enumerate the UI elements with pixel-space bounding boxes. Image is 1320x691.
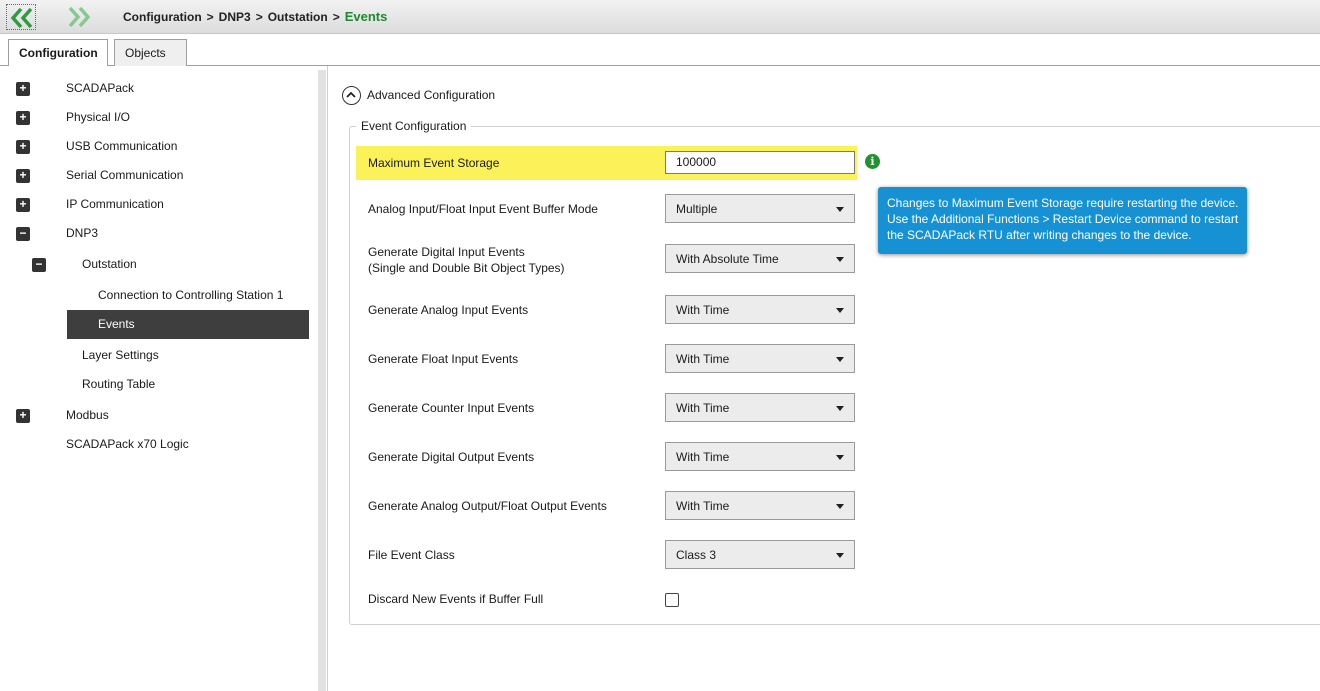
info-icon[interactable]: i	[865, 154, 880, 169]
restart-tooltip: Changes to Maximum Event Storage require…	[878, 187, 1247, 254]
float-input-events-select[interactable]: With Time	[665, 344, 855, 373]
select-value: With Time	[676, 352, 730, 366]
expand-icon[interactable]: +	[16, 140, 30, 154]
collapse-icon[interactable]: −	[32, 258, 46, 272]
select-value: Multiple	[676, 202, 718, 216]
collapse-chevron-icon[interactable]	[342, 86, 361, 105]
dropdown-arrow-icon	[836, 406, 844, 411]
breadcrumb-item[interactable]: Outstation	[268, 10, 328, 24]
breadcrumb-separator: >	[332, 10, 340, 24]
digital-output-events-label: Generate Digital Output Events	[368, 450, 535, 464]
tooltip-line: Use the Additional Functions > Restart D…	[887, 212, 1239, 226]
sidebar-item-usb-communication[interactable]: USB Communication	[66, 135, 177, 157]
main-panel: Advanced Configuration Event Configurati…	[328, 66, 1320, 691]
counter-input-events-label: Generate Counter Input Events	[368, 401, 535, 415]
breadcrumb-item[interactable]: DNP3	[219, 10, 251, 24]
counter-input-events-select[interactable]: With Time	[665, 393, 855, 422]
tab-configuration[interactable]: Configuration	[8, 39, 108, 67]
sidebar-item-ip-communication[interactable]: IP Communication	[66, 193, 164, 215]
sidebar-item-scadapack[interactable]: SCADAPack	[66, 77, 134, 99]
top-toolbar: Configuration > DNP3 > Outstation > Events	[0, 0, 1320, 34]
discard-events-checkbox[interactable]	[665, 593, 679, 607]
group-title: Event Configuration	[356, 119, 472, 133]
sidebar-item-physical-io[interactable]: Physical I/O	[66, 106, 130, 128]
dropdown-arrow-icon	[836, 257, 844, 262]
breadcrumb-separator: >	[206, 10, 214, 24]
dropdown-arrow-icon	[836, 308, 844, 313]
sidebar-tree: + SCADAPack + Physical I/O + USB Communi…	[0, 66, 328, 691]
sidebar-scrollbar[interactable]	[318, 70, 326, 691]
analog-output-events-label: Generate Analog Output/Float Output Even…	[368, 499, 607, 513]
sidebar-item-dnp3[interactable]: DNP3	[66, 222, 98, 244]
select-value: With Time	[676, 499, 730, 513]
breadcrumb-item[interactable]: Configuration	[123, 10, 202, 24]
tab-bar: Configuration Objects	[0, 34, 1320, 67]
expand-icon[interactable]: +	[16, 198, 30, 212]
sidebar-item-outstation[interactable]: Outstation	[82, 253, 137, 275]
float-input-events-label: Generate Float Input Events	[368, 352, 519, 366]
sidebar-item-layer-settings[interactable]: Layer Settings	[82, 344, 159, 366]
sidebar-item-events[interactable]: Events	[98, 313, 135, 335]
double-chevron-left-icon	[10, 7, 33, 29]
dropdown-arrow-icon	[836, 207, 844, 212]
analog-output-events-select[interactable]: With Time	[665, 491, 855, 520]
file-event-class-label: File Event Class	[368, 548, 455, 562]
tooltip-line: Changes to Maximum Event Storage require…	[887, 196, 1239, 210]
select-value: With Time	[676, 450, 730, 464]
select-value: With Time	[676, 303, 730, 317]
sidebar-item-routing-table[interactable]: Routing Table	[82, 373, 155, 395]
dropdown-arrow-icon	[836, 357, 844, 362]
max-event-storage-input[interactable]: 100000	[665, 151, 855, 174]
buffer-mode-select[interactable]: Multiple	[665, 194, 855, 223]
analog-input-events-label: Generate Analog Input Events	[368, 303, 529, 317]
expand-icon[interactable]: +	[16, 409, 30, 423]
buffer-mode-label: Analog Input/Float Input Event Buffer Mo…	[368, 202, 598, 216]
file-event-class-select[interactable]: Class 3	[665, 540, 855, 569]
breadcrumb-current: Events	[344, 9, 388, 24]
sidebar-item-serial-communication[interactable]: Serial Communication	[66, 164, 183, 186]
advanced-configuration-label: Advanced Configuration	[367, 88, 496, 102]
tab-objects[interactable]: Objects	[114, 39, 187, 66]
tooltip-line: the SCADAPack RTU after writing changes …	[887, 228, 1192, 242]
forward-button[interactable]	[64, 4, 94, 30]
double-chevron-right-icon	[68, 6, 91, 28]
dropdown-arrow-icon	[836, 455, 844, 460]
breadcrumb-separator: >	[255, 10, 263, 24]
max-event-storage-label: Maximum Event Storage	[368, 156, 500, 170]
dropdown-arrow-icon	[836, 504, 844, 509]
select-value: Class 3	[676, 548, 717, 562]
sidebar-item-modbus[interactable]: Modbus	[66, 404, 109, 426]
back-button[interactable]	[6, 4, 36, 30]
analog-input-events-select[interactable]: With Time	[665, 295, 855, 324]
discard-events-label: Discard New Events if Buffer Full	[368, 592, 544, 606]
digital-input-events-select[interactable]: With Absolute Time	[665, 244, 855, 273]
dropdown-arrow-icon	[836, 553, 844, 558]
digital-output-events-select[interactable]: With Time	[665, 442, 855, 471]
expand-icon[interactable]: +	[16, 169, 30, 183]
digital-input-events-sublabel: (Single and Double Bit Object Types)	[368, 261, 565, 275]
select-value: With Absolute Time	[676, 252, 779, 266]
collapse-icon[interactable]: −	[16, 227, 30, 241]
digital-input-events-label: Generate Digital Input Events	[368, 245, 525, 259]
expand-icon[interactable]: +	[16, 82, 30, 96]
sidebar-item-connection-to-controlling-station-1[interactable]: Connection to Controlling Station 1	[98, 284, 283, 306]
breadcrumb: Configuration > DNP3 > Outstation > Events	[123, 9, 387, 24]
sidebar-item-scadapack-x70-logic[interactable]: SCADAPack x70 Logic	[66, 433, 189, 455]
expand-icon[interactable]: +	[16, 111, 30, 125]
select-value: With Time	[676, 401, 730, 415]
